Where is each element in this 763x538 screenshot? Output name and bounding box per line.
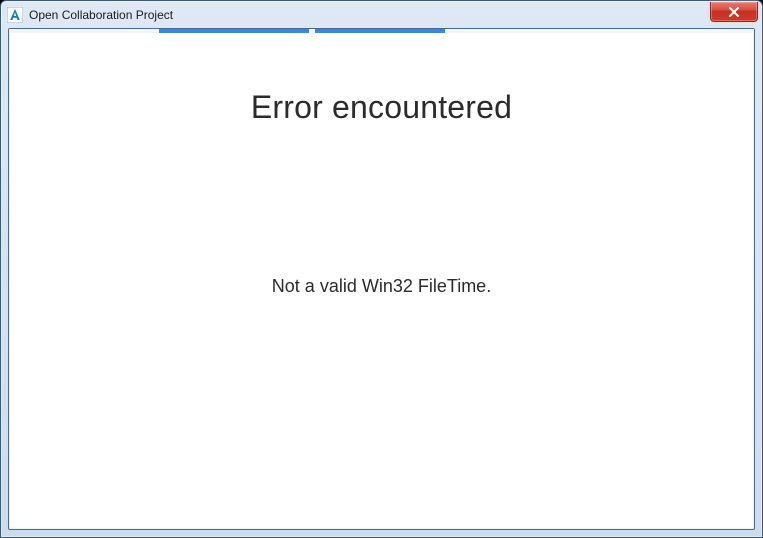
error-message: Not a valid Win32 FileTime. — [272, 276, 491, 297]
close-button[interactable] — [710, 2, 758, 22]
titlebar: Open Collaboration Project — [1, 1, 762, 28]
window-title: Open Collaboration Project — [29, 8, 710, 22]
error-heading: Error encountered — [251, 89, 512, 126]
dialog-window: Open Collaboration Project Error encount… — [0, 0, 763, 538]
content-frame: Error encountered Not a valid Win32 File… — [8, 28, 755, 530]
content-body: Error encountered Not a valid Win32 File… — [9, 33, 754, 529]
close-icon — [728, 7, 740, 17]
app-icon — [7, 7, 23, 23]
